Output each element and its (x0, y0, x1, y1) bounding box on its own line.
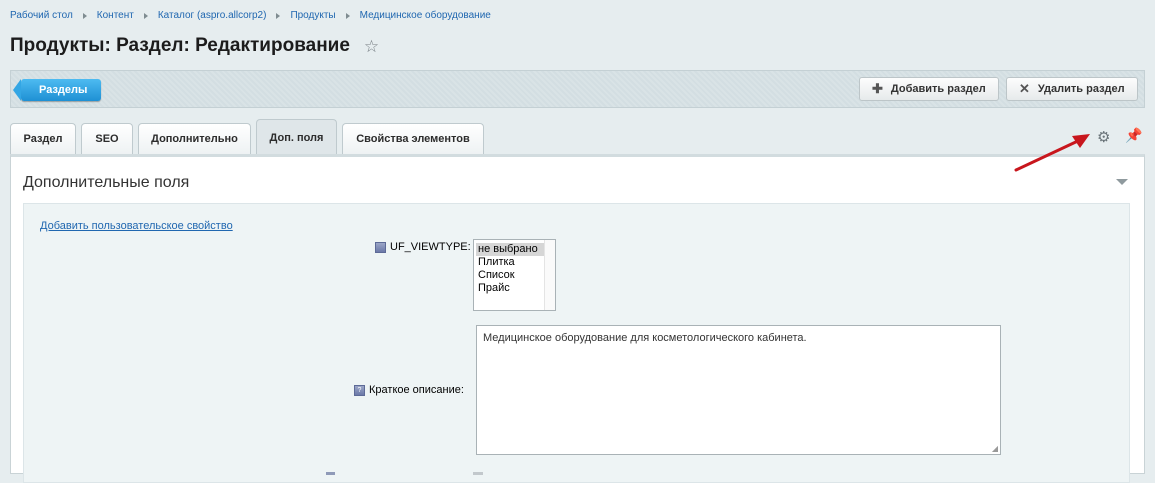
viewtype-option[interactable]: Плитка (476, 256, 553, 269)
tab-seo[interactable]: SEO (81, 123, 133, 154)
next-field-hint-icon (326, 472, 335, 475)
next-field-input[interactable] (473, 472, 483, 475)
plus-icon: ✚ (872, 81, 883, 96)
add-section-button[interactable]: ✚ Добавить раздел (859, 77, 999, 101)
page-title: Продукты: Раздел: Редактирование (10, 35, 350, 56)
breadcrumb-item-medical[interactable]: Медицинское оборудование (360, 10, 491, 21)
extra-fields-panel: Дополнительные поля Добавить пользовател… (10, 154, 1145, 483)
delete-section-button[interactable]: ✕ Удалить раздел (1006, 77, 1138, 101)
viewtype-option[interactable]: Прайс (476, 282, 553, 295)
star-icon[interactable]: ☆ (364, 38, 379, 55)
viewtype-option[interactable]: Список (476, 269, 553, 282)
annotation-arrow-icon (1014, 134, 1090, 172)
listbox-scrollbar[interactable] (544, 240, 555, 310)
section-title: Дополнительные поля (23, 174, 190, 191)
breadcrumb-separator-icon (345, 12, 350, 19)
toolbar: Разделы ✚ Добавить раздел ✕ Удалить разд… (10, 70, 1145, 108)
fields-container: Добавить пользовательское свойство UF_VI… (23, 203, 1130, 483)
hint-icon[interactable] (375, 241, 386, 253)
breadcrumb-item-catalog[interactable]: Каталог (aspro.allcorp2) (158, 10, 267, 21)
title-row: Продукты: Раздел: Редактирование ☆ (10, 35, 379, 57)
short-description-label-row: ? Краткое описание: (354, 384, 464, 396)
viewtype-select[interactable]: не выбрано Плитка Список Прайс (473, 239, 556, 311)
short-description-label: Краткое описание: (369, 384, 464, 396)
viewtype-label-row: UF_VIEWTYPE: (375, 241, 471, 253)
resize-handle-icon[interactable]: ◢ (992, 444, 998, 453)
breadcrumb-separator-icon (82, 12, 87, 19)
breadcrumb-separator-icon (276, 12, 281, 19)
tab-extra-fields[interactable]: Доп. поля (256, 119, 337, 155)
viewtype-label: UF_VIEWTYPE: (390, 241, 471, 253)
tab-additional[interactable]: Дополнительно (138, 123, 251, 154)
breadcrumb-item-products[interactable]: Продукты (290, 10, 335, 21)
collapse-arrow-icon[interactable] (1116, 179, 1128, 185)
breadcrumb-item-content[interactable]: Контент (97, 10, 134, 21)
add-custom-property-link[interactable]: Добавить пользовательское свойство (40, 220, 233, 232)
breadcrumb-separator-icon (143, 12, 148, 19)
breadcrumb-item-desktop[interactable]: Рабочий стол (10, 10, 73, 21)
add-section-label: Добавить раздел (890, 83, 986, 95)
pin-icon[interactable]: 📌 (1125, 127, 1142, 144)
short-description-textarea[interactable]: Медицинское оборудование для косметологи… (476, 325, 1001, 455)
tab-section[interactable]: Раздел (10, 123, 76, 154)
question-icon[interactable]: ? (354, 384, 365, 396)
viewtype-option[interactable]: не выбрано (476, 243, 553, 256)
tab-element-properties[interactable]: Свойства элементов (342, 123, 484, 154)
close-icon: ✕ (1019, 81, 1030, 96)
short-description-value: Медицинское оборудование для косметологи… (483, 332, 807, 344)
gear-icon[interactable]: ⚙ (1097, 128, 1110, 146)
sections-back-button[interactable]: Разделы (12, 79, 102, 101)
breadcrumb: Рабочий стол Контент Каталог (aspro.allc… (10, 10, 491, 21)
delete-section-label: Удалить раздел (1037, 83, 1125, 95)
